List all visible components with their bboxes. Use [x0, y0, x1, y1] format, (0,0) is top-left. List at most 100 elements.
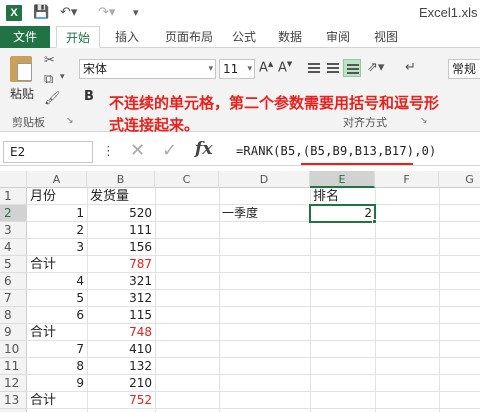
- annotation-underline: [301, 163, 413, 165]
- font-shrink-icon[interactable]: A▼: [278, 60, 292, 75]
- row-header[interactable]: 3: [0, 222, 27, 239]
- paste-icon[interactable]: [8, 54, 36, 84]
- font-grow-icon[interactable]: A▲: [259, 60, 273, 75]
- cell-b9[interactable]: 748: [87, 324, 155, 341]
- row-header[interactable]: 7: [0, 290, 27, 307]
- font-name-select[interactable]: 宋体 ▾: [79, 59, 216, 79]
- clipboard-group-label: 剪贴板: [12, 116, 45, 129]
- clipboard-launcher-icon[interactable]: ↘: [66, 116, 74, 126]
- customize-toolbar-icon[interactable]: ▾: [133, 4, 139, 22]
- tab-view[interactable]: 视图: [370, 26, 402, 48]
- cut-icon[interactable]: ✂: [44, 53, 55, 68]
- tab-home[interactable]: 开始: [56, 26, 100, 48]
- cell-b12[interactable]: 210: [87, 375, 155, 392]
- cell-b11[interactable]: 132: [87, 358, 155, 375]
- active-cell-selection: [309, 204, 376, 223]
- cell-b8[interactable]: 115: [87, 307, 155, 324]
- column-header-d[interactable]: D: [219, 171, 310, 188]
- formula-bar: E2 ⋮ ✕ ✓ fx =RANK(B5,(B5,B9,B13,B17),0): [0, 132, 480, 166]
- tab-file[interactable]: 文件: [0, 26, 50, 48]
- cell-a3[interactable]: 2: [27, 222, 87, 239]
- font-size-select[interactable]: 11 ▾: [219, 59, 255, 79]
- row-header[interactable]: 13: [0, 392, 27, 409]
- align-bottom-icon[interactable]: [343, 59, 361, 77]
- align-middle-icon[interactable]: [324, 59, 342, 77]
- tab-review[interactable]: 审阅: [322, 26, 354, 48]
- cell-a6[interactable]: 4: [27, 273, 87, 290]
- row-header[interactable]: 9: [0, 324, 27, 341]
- row-header[interactable]: 12: [0, 375, 27, 392]
- chevron-down-icon: ▾: [208, 64, 213, 74]
- formula-input[interactable]: =RANK(B5,(B5,B9,B13,B17),0): [236, 144, 436, 158]
- insert-function-icon[interactable]: fx: [195, 139, 212, 159]
- document-title: Excel1.xls: [419, 5, 478, 20]
- cell-a8[interactable]: 6: [27, 307, 87, 324]
- tab-page-layout[interactable]: 页面布局: [158, 26, 220, 48]
- cell-b7[interactable]: 312: [87, 290, 155, 307]
- column-header-f[interactable]: F: [375, 171, 439, 188]
- cell-b13[interactable]: 752: [87, 392, 155, 409]
- alignment-launcher-icon[interactable]: ↘: [420, 116, 428, 126]
- column-header-e[interactable]: E: [310, 171, 375, 188]
- cell-a7[interactable]: 5: [27, 290, 87, 307]
- fill-handle[interactable]: [372, 219, 377, 224]
- row-header[interactable]: 8: [0, 307, 27, 324]
- cell-a13[interactable]: 合计: [30, 392, 87, 409]
- cell-b1[interactable]: 发货量: [90, 188, 155, 205]
- column-header-g[interactable]: G: [439, 171, 480, 188]
- name-box[interactable]: E2: [3, 141, 93, 163]
- tab-formulas[interactable]: 公式: [228, 26, 260, 48]
- row-header[interactable]: 10: [0, 341, 27, 358]
- cell-a5[interactable]: 合计: [30, 256, 87, 273]
- align-top-icon[interactable]: [305, 59, 323, 77]
- bold-icon[interactable]: B: [84, 89, 94, 104]
- format-painter-icon[interactable]: 🖌: [44, 91, 61, 106]
- cell-d2[interactable]: 一季度: [222, 205, 310, 222]
- cell-b3[interactable]: 111: [87, 222, 155, 239]
- cell-a12[interactable]: 9: [27, 375, 87, 392]
- save-icon[interactable]: 💾: [33, 4, 49, 22]
- font-name-value: 宋体: [83, 62, 108, 76]
- cancel-icon[interactable]: ✕: [130, 140, 145, 161]
- cell-a11[interactable]: 8: [27, 358, 87, 375]
- row-header[interactable]: 5: [0, 256, 27, 273]
- paste-button-label[interactable]: 粘贴: [10, 85, 34, 102]
- row-header[interactable]: 6: [0, 273, 27, 290]
- worksheet-grid[interactable]: 月份 发货量 排名 1 520 一季度 2 2 111 3 156 合计 787…: [27, 188, 480, 412]
- tab-insert[interactable]: 插入: [110, 26, 144, 48]
- row-header[interactable]: 1: [0, 188, 27, 205]
- copy-dropdown-icon[interactable]: ▾: [60, 72, 65, 82]
- column-header-a[interactable]: A: [27, 171, 87, 188]
- column-header-c[interactable]: C: [155, 171, 219, 188]
- title-bar: X 💾 ↶▾ ↷▾ ▾ Excel1.xls: [0, 0, 480, 26]
- cell-b6[interactable]: 321: [87, 273, 155, 290]
- cell-a2[interactable]: 1: [27, 205, 87, 222]
- annotation-line-1: 不连续的单元格，第二个参数需要用括号和逗号形: [109, 94, 440, 112]
- redo-icon[interactable]: ↷▾: [98, 4, 115, 22]
- orientation-icon[interactable]: ⇗▾: [367, 60, 384, 75]
- row-header[interactable]: 4: [0, 239, 27, 256]
- enter-icon[interactable]: ✓: [162, 140, 177, 161]
- more-options-icon[interactable]: ⋮: [102, 144, 115, 159]
- row-header[interactable]: 11: [0, 358, 27, 375]
- cell-b2[interactable]: 520: [87, 205, 155, 222]
- tab-data[interactable]: 数据: [274, 26, 306, 48]
- cell-a10[interactable]: 7: [27, 341, 87, 358]
- excel-logo-icon: X: [6, 5, 22, 21]
- chevron-down-icon: ▾: [247, 64, 252, 74]
- cell-b4[interactable]: 156: [87, 239, 155, 256]
- undo-icon[interactable]: ↶▾: [60, 4, 77, 22]
- copy-icon[interactable]: ⧉: [44, 72, 53, 87]
- row-header[interactable]: 2: [0, 205, 27, 222]
- cell-b10[interactable]: 410: [87, 341, 155, 358]
- cell-b5[interactable]: 787: [87, 256, 155, 273]
- cell-a9[interactable]: 合计: [30, 324, 87, 341]
- alignment-group-label: 对齐方式: [343, 116, 387, 129]
- cell-a4[interactable]: 3: [27, 239, 87, 256]
- cell-e1[interactable]: 排名: [313, 188, 375, 205]
- select-all-corner[interactable]: [0, 171, 27, 188]
- cell-a1[interactable]: 月份: [30, 188, 87, 205]
- number-format-select[interactable]: 常规: [448, 59, 480, 79]
- column-header-b[interactable]: B: [87, 171, 155, 188]
- wrap-text-icon[interactable]: ↵: [405, 60, 416, 75]
